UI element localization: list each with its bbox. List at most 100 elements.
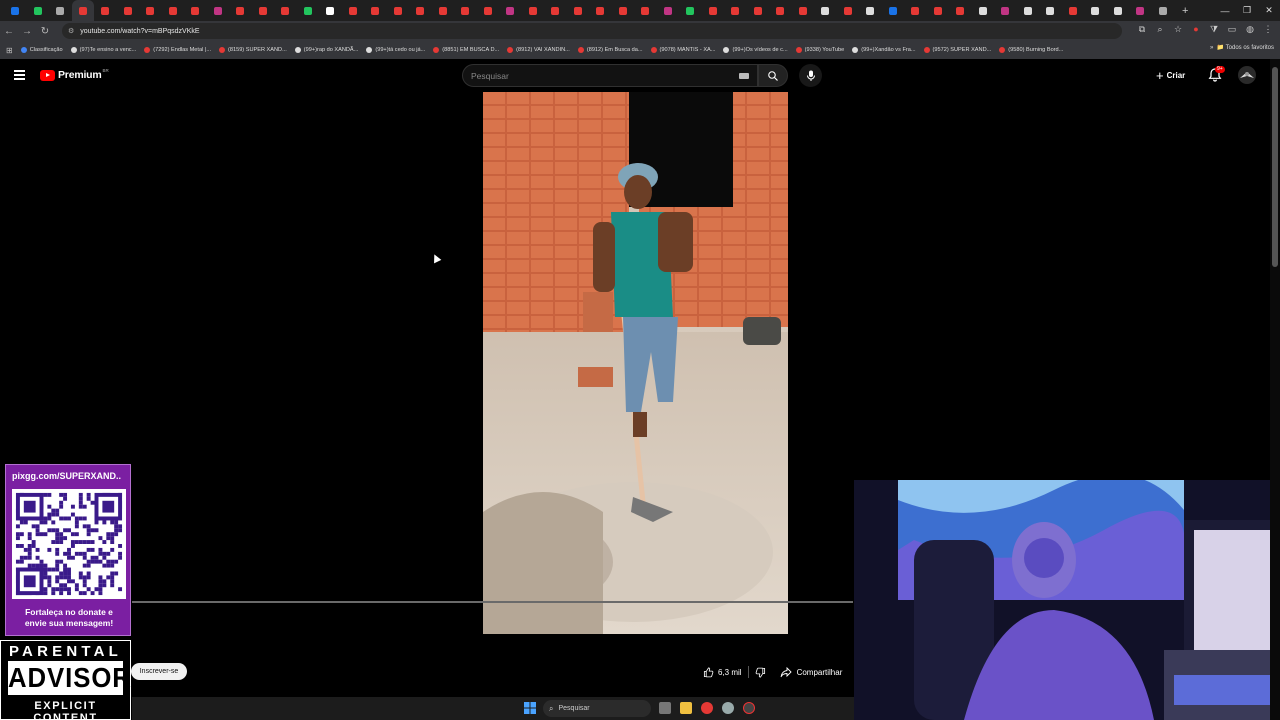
- share-button[interactable]: Compartilhar: [780, 662, 842, 682]
- browser-tab[interactable]: [814, 0, 837, 21]
- restore-icon[interactable]: ❐: [1236, 5, 1258, 16]
- browser-tab[interactable]: [1152, 0, 1175, 21]
- browser-tab[interactable]: [837, 0, 860, 21]
- browser-tab[interactable]: [1039, 0, 1062, 21]
- youtube-logo[interactable]: Premium BR: [40, 68, 109, 81]
- file-explorer-icon[interactable]: [680, 702, 692, 714]
- minimize-icon[interactable]: —: [1214, 6, 1236, 16]
- bookmark-item[interactable]: (8912) VAI XANDIN...: [507, 47, 570, 53]
- browser-tab[interactable]: [769, 0, 792, 21]
- browser-tab[interactable]: [702, 0, 725, 21]
- bookmark-item[interactable]: Classificação: [20, 47, 63, 53]
- browser-tab[interactable]: [567, 0, 590, 21]
- settings-icon[interactable]: [722, 702, 734, 714]
- bookmark-item[interactable]: (99+)tá cedo ou já...: [366, 47, 425, 53]
- bookmark-item[interactable]: (99+)Xandão vs Fra...: [852, 47, 916, 53]
- new-tab-button[interactable]: +: [1174, 0, 1197, 21]
- zoom-icon[interactable]: ⌕: [1154, 24, 1166, 35]
- bookmark-item[interactable]: (9338) YouTube: [795, 47, 844, 53]
- bookmark-item[interactable]: (8912) Em Busca da...: [577, 47, 643, 53]
- browser-tab[interactable]: [949, 0, 972, 21]
- bookmark-item[interactable]: (9078) MANTIS - XA...: [650, 47, 715, 53]
- browser-tab[interactable]: [184, 0, 207, 21]
- browser-tab[interactable]: [882, 0, 905, 21]
- browser-tab[interactable]: [634, 0, 657, 21]
- bookmark-item[interactable]: (7292) Endlas Metal |...: [144, 47, 211, 53]
- video-player[interactable]: [483, 92, 788, 634]
- profile-icon[interactable]: ◍: [1244, 24, 1256, 35]
- task-view-icon[interactable]: [659, 702, 671, 714]
- create-button[interactable]: + Criar: [1152, 66, 1189, 84]
- bookmark-item[interactable]: (8159) SUPER XAND...: [219, 47, 287, 53]
- browser-tab[interactable]: [972, 0, 995, 21]
- bookmark-star-icon[interactable]: ☆: [1172, 24, 1184, 35]
- browser-tab[interactable]: [49, 0, 72, 21]
- browser-tab[interactable]: [724, 0, 747, 21]
- browser-tab[interactable]: [589, 0, 612, 21]
- browser-tab[interactable]: [4, 0, 27, 21]
- taskbar-search[interactable]: ⌕ Pesquisar: [543, 700, 651, 717]
- browser-tab[interactable]: [747, 0, 770, 21]
- browser-tab[interactable]: [342, 0, 365, 21]
- search-button[interactable]: [758, 64, 788, 87]
- like-icon[interactable]: [703, 667, 714, 678]
- extensions-icon[interactable]: ⧩: [1208, 24, 1220, 35]
- close-icon[interactable]: ✕: [1258, 5, 1280, 16]
- menu-icon[interactable]: ⋮: [1262, 24, 1274, 35]
- sidepanel-icon[interactable]: ▭: [1226, 24, 1238, 35]
- browser-tab[interactable]: [94, 0, 117, 21]
- browser-tab[interactable]: [117, 0, 140, 21]
- browser-tab[interactable]: [1017, 0, 1040, 21]
- browser-tab[interactable]: [792, 0, 815, 21]
- browser-tab[interactable]: [319, 0, 342, 21]
- bookmark-item[interactable]: (99+)Os vídeos de c...: [723, 47, 788, 53]
- browser-tab[interactable]: [139, 0, 162, 21]
- install-icon[interactable]: ⧉: [1136, 24, 1148, 35]
- forward-icon[interactable]: →: [18, 26, 36, 37]
- browser-tab[interactable]: [1107, 0, 1130, 21]
- obs-icon[interactable]: [743, 702, 755, 714]
- like-count[interactable]: 6,3 mil: [718, 668, 742, 677]
- browser-tab[interactable]: [162, 0, 185, 21]
- browser-tab[interactable]: [454, 0, 477, 21]
- extension-red-icon[interactable]: ●: [1190, 24, 1202, 35]
- voice-search-button[interactable]: [799, 64, 822, 87]
- bookmark-item[interactable]: (9572) SUPER XAND...: [923, 47, 991, 53]
- browser-tab[interactable]: [994, 0, 1017, 21]
- browser-tab[interactable]: [679, 0, 702, 21]
- browser-tab[interactable]: [229, 0, 252, 21]
- browser-tab[interactable]: [207, 0, 230, 21]
- browser-tab[interactable]: [1084, 0, 1107, 21]
- browser-tab[interactable]: [252, 0, 275, 21]
- browser-tab[interactable]: [27, 0, 50, 21]
- chrome-icon[interactable]: [701, 702, 713, 714]
- browser-tab[interactable]: [499, 0, 522, 21]
- browser-tab[interactable]: [657, 0, 680, 21]
- browser-tab[interactable]: [927, 0, 950, 21]
- subscribe-button[interactable]: Inscrever-se: [131, 663, 187, 680]
- keyboard-icon[interactable]: [739, 73, 749, 79]
- site-info-icon[interactable]: ⚙: [68, 27, 74, 35]
- browser-tab[interactable]: [544, 0, 567, 21]
- back-icon[interactable]: ←: [0, 26, 18, 37]
- guide-menu-icon[interactable]: [14, 70, 25, 80]
- bookmark-item[interactable]: (97)Te ensino a venc...: [70, 47, 136, 53]
- browser-tab[interactable]: [432, 0, 455, 21]
- page-scrollbar[interactable]: [1270, 59, 1280, 720]
- browser-tab[interactable]: [387, 0, 410, 21]
- bookmark-item[interactable]: (99+)rap do XANDÃ...: [294, 47, 358, 53]
- video-progress-bar[interactable]: [132, 601, 853, 603]
- account-avatar[interactable]: [1238, 66, 1256, 84]
- address-bar[interactable]: ⚙ youtube.com/watch?v=mBPqsdzVKkE: [62, 23, 1122, 39]
- search-input[interactable]: Pesquisar: [462, 64, 758, 87]
- reload-icon[interactable]: ↻: [36, 26, 54, 37]
- all-bookmarks[interactable]: » 📁 Todos os favoritos: [1203, 44, 1274, 51]
- browser-tab[interactable]: [1129, 0, 1152, 21]
- browser-tab[interactable]: [409, 0, 432, 21]
- browser-tab[interactable]: [71, 0, 94, 21]
- browser-tab[interactable]: [297, 0, 320, 21]
- browser-tab[interactable]: [477, 0, 500, 21]
- scrollbar-thumb[interactable]: [1272, 67, 1278, 267]
- browser-tab[interactable]: [904, 0, 927, 21]
- browser-tab[interactable]: [364, 0, 387, 21]
